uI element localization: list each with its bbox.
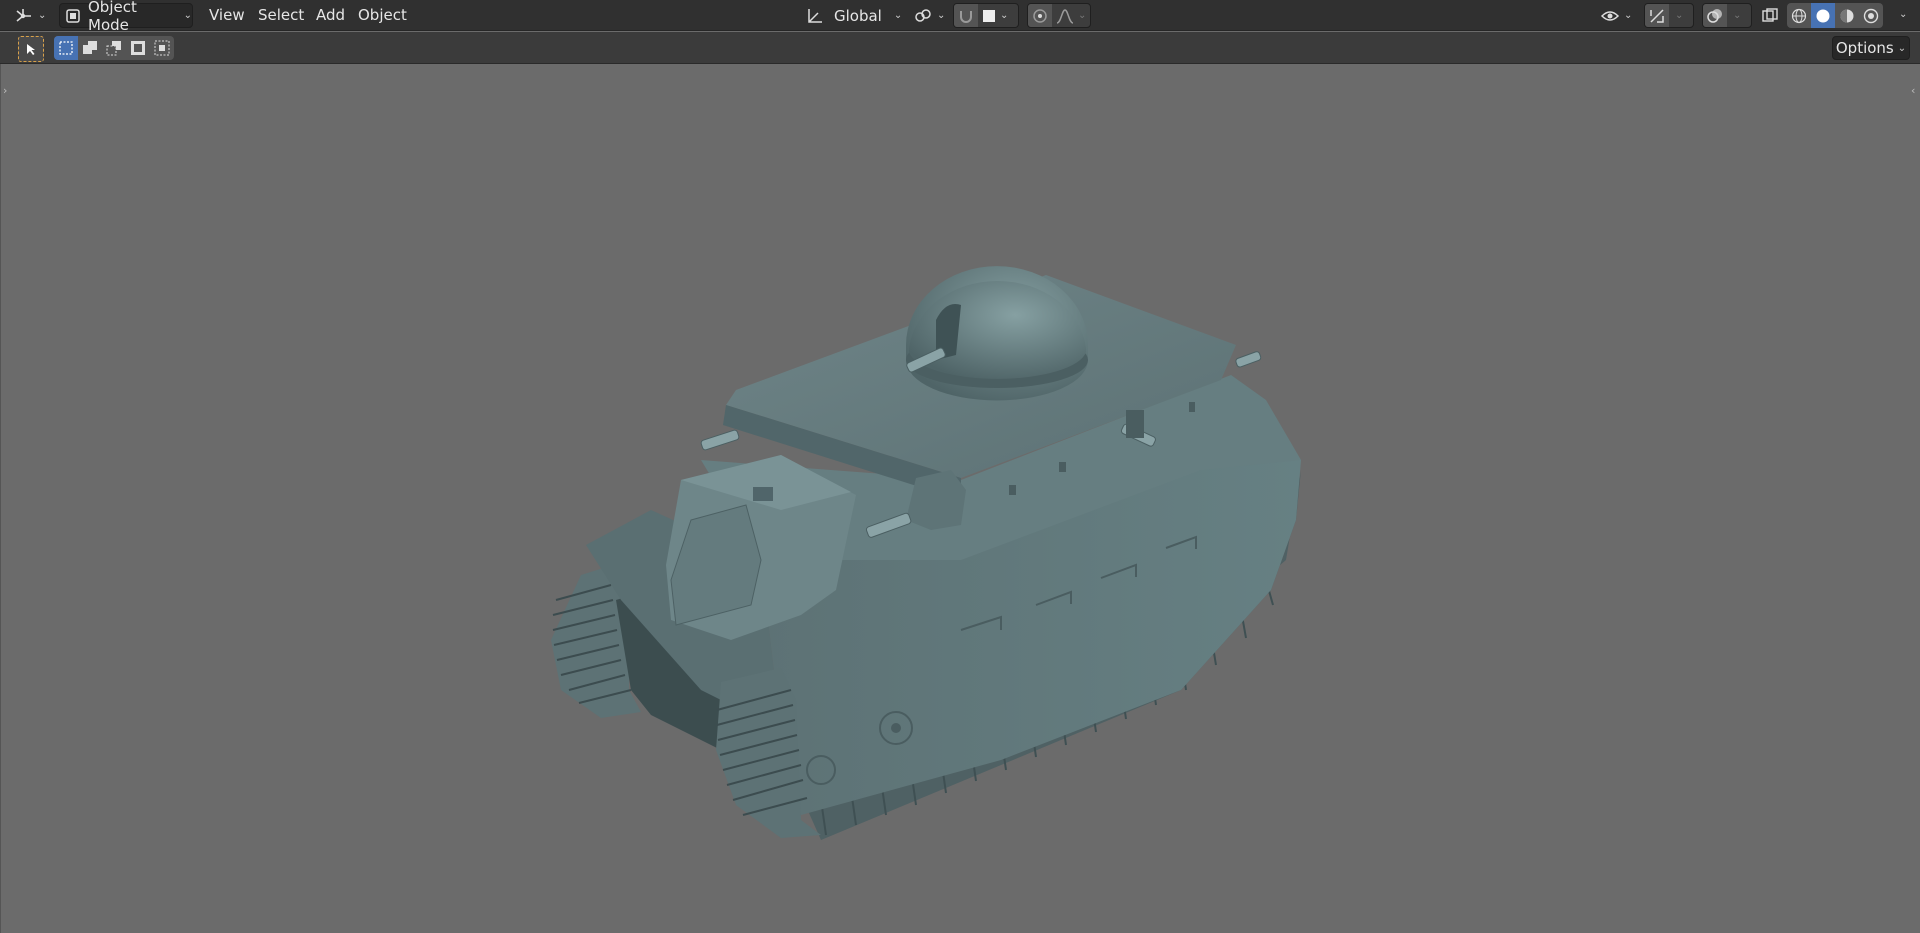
overlay-toggle-group: ⌄ xyxy=(1702,3,1752,28)
cab-hatch xyxy=(753,487,773,501)
chevron-down-icon[interactable]: ⌄ xyxy=(1733,10,1741,21)
mode-label: Object Mode xyxy=(88,0,137,34)
set-new-selection-icon[interactable] xyxy=(54,36,78,60)
intersect-selection-icon[interactable] xyxy=(150,36,174,60)
chevron-down-icon[interactable]: ⌄ xyxy=(1078,10,1086,21)
viewport-header: ⌄ Object Mode ⌄ View Select Add Object G… xyxy=(0,0,1920,34)
snapping-group: ⌄ xyxy=(953,3,1019,28)
viewport-shading-group xyxy=(1787,3,1883,28)
menu-view[interactable]: View xyxy=(209,6,245,24)
overlay-icon[interactable] xyxy=(1703,4,1727,27)
visibility-eye-icon xyxy=(1600,7,1620,25)
chevron-down-icon[interactable]: ⌄ xyxy=(1000,10,1008,21)
orientation-axes-icon xyxy=(805,7,825,25)
tank-model[interactable] xyxy=(1,64,1920,933)
xray-icon xyxy=(1761,7,1779,25)
snap-increment-icon[interactable] xyxy=(982,9,996,23)
chevron-down-icon: ⌄ xyxy=(183,10,192,21)
falloff-curve-icon[interactable] xyxy=(1056,8,1074,24)
chevron-down-icon: ⌄ xyxy=(1897,42,1907,54)
rendered-shading-icon[interactable] xyxy=(1859,3,1883,28)
orientation-label: Global xyxy=(834,6,882,25)
pivot-point-icon xyxy=(913,7,933,25)
object-visibility-dropdown[interactable]: ⌄ xyxy=(1600,3,1636,28)
chevron-down-icon: ⌄ xyxy=(937,10,946,21)
options-dropdown[interactable]: Options ⌄ xyxy=(1832,36,1910,60)
chevron-down-icon[interactable]: ⌄ xyxy=(1675,10,1683,21)
select-cursor-icon[interactable] xyxy=(18,36,44,62)
proportional-editing-group: ⌄ xyxy=(1027,3,1091,28)
editor-type-button[interactable]: ⌄ xyxy=(14,3,50,28)
gizmo-icon[interactable] xyxy=(1645,4,1669,27)
options-label: Options xyxy=(1835,39,1894,57)
chevron-down-icon: ⌄ xyxy=(893,10,903,21)
selection-mode-group xyxy=(54,36,174,60)
transform-orientation-dropdown[interactable]: Global ⌄ xyxy=(805,3,903,28)
pivot-point-dropdown[interactable]: ⌄ xyxy=(913,3,947,28)
menu-select[interactable]: Select xyxy=(258,6,304,24)
object-mode-dropdown[interactable]: Object Mode ⌄ xyxy=(59,0,193,34)
tool-settings-bar: Options ⌄ xyxy=(0,32,1920,64)
wireframe-shading-icon[interactable] xyxy=(1787,3,1811,28)
proportional-edit-icon[interactable] xyxy=(1028,4,1052,27)
chevron-down-icon: ⌄ xyxy=(38,10,47,21)
shading-options-chevron-icon[interactable]: ⌄ xyxy=(1899,9,1907,20)
view3d-editor-icon xyxy=(14,7,34,25)
xray-toggle[interactable] xyxy=(1757,3,1783,28)
menu-add[interactable]: Add xyxy=(316,6,345,24)
invert-selection-icon[interactable] xyxy=(126,36,150,60)
extend-selection-icon[interactable] xyxy=(78,36,102,60)
solid-shading-icon[interactable] xyxy=(1811,3,1835,28)
snap-magnet-icon[interactable] xyxy=(954,4,978,27)
gizmo-toggle-group: ⌄ xyxy=(1644,3,1694,28)
3d-viewport[interactable]: › ‹ xyxy=(0,64,1920,933)
subtract-selection-icon[interactable] xyxy=(102,36,126,60)
material-shading-icon[interactable] xyxy=(1835,3,1859,28)
object-mode-icon xyxy=(65,8,81,24)
menu-object[interactable]: Object xyxy=(358,6,407,24)
chevron-down-icon: ⌄ xyxy=(1624,10,1633,21)
